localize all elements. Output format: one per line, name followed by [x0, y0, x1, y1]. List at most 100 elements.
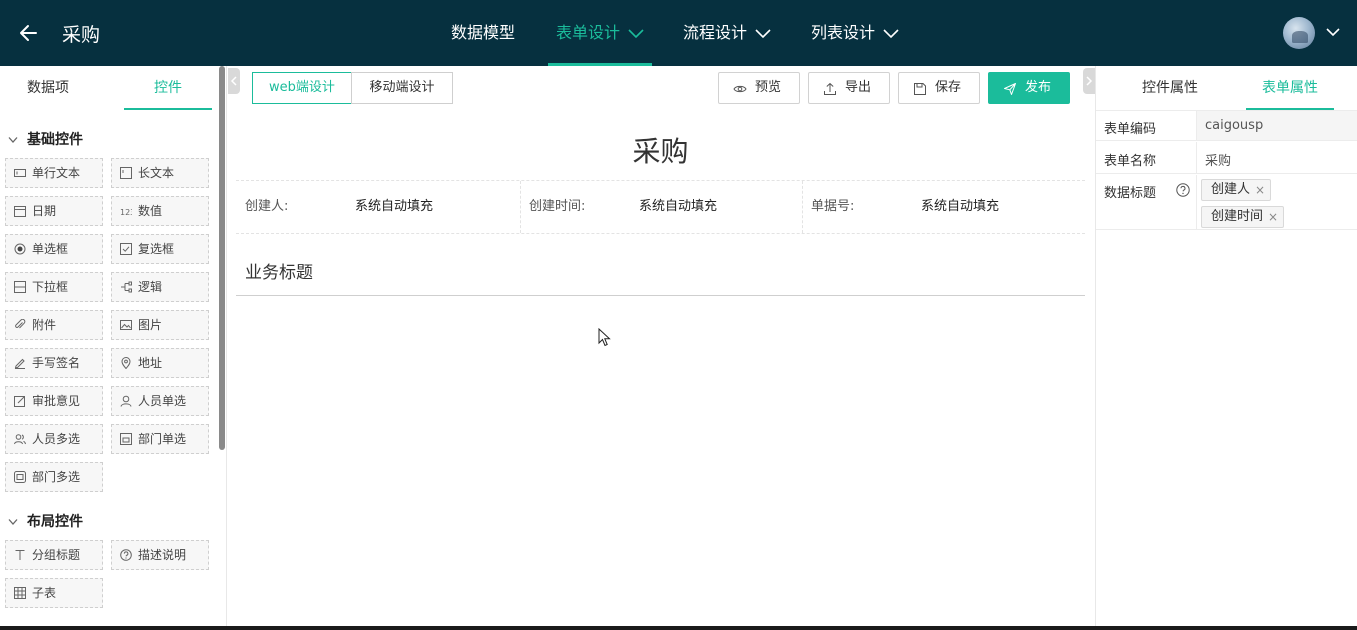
- control-label: 部门多选: [32, 470, 81, 484]
- user-icon: [120, 395, 132, 407]
- section-basic-title: 基础控件: [27, 132, 83, 148]
- collapse-right-panel-handle[interactable]: [1083, 68, 1095, 94]
- control-image[interactable]: 图片: [111, 310, 209, 340]
- chevron-left-icon: [230, 76, 237, 86]
- control-label: 日期: [32, 204, 57, 218]
- form-name-value: 采购: [1205, 154, 1232, 169]
- department-icon: [120, 433, 132, 445]
- control-logic[interactable]: 逻辑: [111, 272, 209, 302]
- control-long-text[interactable]: 长文本: [111, 158, 209, 188]
- number-icon: 123: [120, 208, 132, 217]
- tab-data-model-label: 数据模型: [451, 23, 516, 42]
- chevron-down-icon: [628, 28, 644, 38]
- svg-text:123: 123: [120, 208, 132, 217]
- form-code-field: caigousp: [1196, 111, 1357, 140]
- save-label: 保存: [935, 80, 962, 95]
- control-label: 单行文本: [32, 166, 81, 180]
- user-menu-chevron-icon[interactable]: [1326, 27, 1340, 37]
- control-dropdown[interactable]: 下拉框: [5, 272, 103, 302]
- form-name-field[interactable]: 采购: [1196, 142, 1357, 173]
- creator-value: 系统自动填充: [355, 199, 434, 214]
- control-attachment[interactable]: 附件: [5, 310, 103, 340]
- help-icon[interactable]: [1176, 183, 1190, 197]
- save-button[interactable]: 保存: [898, 72, 980, 104]
- collapse-left-panel-handle[interactable]: [228, 68, 240, 94]
- control-label: 描述说明: [138, 548, 187, 562]
- left-panel: 数据项 控件 基础控件 单行文本 长文本 日期 123 数值 单选框: [0, 66, 227, 630]
- control-address[interactable]: 地址: [111, 348, 209, 378]
- tab-mobile-design[interactable]: 移动端设计: [351, 72, 453, 104]
- tab-controls[interactable]: 控件: [124, 66, 212, 110]
- tab-form-design-label: 表单设计: [556, 23, 621, 42]
- form-canvas[interactable]: 采购 创建人: 系统自动填充 创建时间: 系统自动填充 单据号: 系统自动填充 …: [236, 112, 1085, 622]
- tab-process-design[interactable]: 流程设计: [675, 0, 779, 66]
- control-label: 附件: [32, 318, 57, 332]
- app-title: 采购: [62, 24, 101, 46]
- control-single-line-text[interactable]: 单行文本: [5, 158, 103, 188]
- control-group-title[interactable]: 分组标题: [5, 540, 103, 570]
- form-title[interactable]: 采购: [236, 130, 1085, 170]
- tag-close-icon[interactable]: ×: [1268, 207, 1278, 227]
- control-user-multi[interactable]: 人员多选: [5, 424, 103, 454]
- send-icon: [1004, 83, 1016, 95]
- control-label: 下拉框: [32, 280, 69, 294]
- export-button[interactable]: 导出: [808, 72, 890, 104]
- tab-data-items[interactable]: 数据项: [4, 66, 92, 110]
- publish-button[interactable]: 发布: [988, 72, 1070, 104]
- chevron-down-icon: [755, 28, 771, 38]
- control-label: 复选框: [138, 242, 175, 256]
- tab-control-properties[interactable]: 控件属性: [1126, 66, 1214, 110]
- avatar[interactable]: [1283, 17, 1315, 49]
- control-label: 数值: [138, 204, 163, 218]
- location-icon: [121, 357, 131, 369]
- control-date[interactable]: 日期: [5, 196, 103, 226]
- form-name-label: 表单名称: [1104, 154, 1157, 169]
- eye-icon: [733, 85, 747, 93]
- section-basic-controls[interactable]: 基础控件: [8, 129, 83, 149]
- control-signature[interactable]: 手写签名: [5, 348, 103, 378]
- chevron-down-icon: [883, 28, 899, 38]
- control-number[interactable]: 123 数值: [111, 196, 209, 226]
- control-department-single[interactable]: 部门单选: [111, 424, 209, 454]
- data-title-row: 数据标题 创建人 × 创建时间 ×: [1096, 175, 1357, 230]
- document-number-value: 系统自动填充: [921, 199, 1000, 214]
- control-radio[interactable]: 单选框: [5, 234, 103, 264]
- control-label: 单选框: [32, 242, 69, 256]
- tab-form-properties[interactable]: 表单属性: [1246, 66, 1334, 110]
- tab-list-design[interactable]: 列表设计: [803, 0, 907, 66]
- publish-label: 发布: [1025, 80, 1052, 95]
- long-text-icon: [120, 167, 132, 179]
- section-layout-controls[interactable]: 布局控件: [8, 511, 83, 531]
- group-title-icon: [15, 550, 25, 560]
- single-line-text-icon: [14, 169, 26, 177]
- preview-label: 预览: [755, 80, 782, 95]
- tab-list-design-label: 列表设计: [811, 23, 876, 42]
- left-panel-scrollbar[interactable]: [219, 66, 225, 450]
- subtable-icon: [14, 587, 26, 599]
- business-title-heading[interactable]: 业务标题: [245, 258, 313, 283]
- form-name-row: 表单名称 采购: [1096, 142, 1357, 174]
- control-description[interactable]: 描述说明: [111, 540, 209, 570]
- app-root: 采购 数据模型 表单设计 流程设计 列表设计 数据项 控件 基础控件 单行文本: [0, 0, 1357, 630]
- top-bar: 采购 数据模型 表单设计 流程设计 列表设计: [0, 0, 1357, 66]
- tag-close-icon[interactable]: ×: [1255, 180, 1265, 200]
- tab-data-model[interactable]: 数据模型: [443, 0, 523, 66]
- tab-form-design[interactable]: 表单设计: [548, 0, 652, 66]
- image-icon: [120, 320, 132, 330]
- right-panel: 控件属性 表单属性 表单编码 caigousp 表单名称 采购 数据标题 创建人…: [1095, 66, 1357, 630]
- control-label: 人员多选: [32, 432, 81, 446]
- control-approval[interactable]: 审批意见: [5, 386, 103, 416]
- control-user-single[interactable]: 人员单选: [111, 386, 209, 416]
- control-label: 长文本: [138, 166, 175, 180]
- control-checkbox[interactable]: 复选框: [111, 234, 209, 264]
- preview-button[interactable]: 预览: [718, 72, 800, 104]
- form-code-label: 表单编码: [1104, 122, 1157, 137]
- created-time-label: 创建时间:: [529, 199, 586, 214]
- control-department-multi[interactable]: 部门多选: [5, 462, 103, 492]
- control-label: 分组标题: [32, 548, 81, 562]
- created-time-value: 系统自动填充: [639, 199, 718, 214]
- system-fields-row[interactable]: 创建人: 系统自动填充 创建时间: 系统自动填充 单据号: 系统自动填充: [236, 180, 1085, 234]
- back-arrow-icon[interactable]: [18, 22, 38, 44]
- tab-web-design[interactable]: web端设计: [252, 72, 352, 104]
- control-subtable[interactable]: 子表: [5, 578, 103, 608]
